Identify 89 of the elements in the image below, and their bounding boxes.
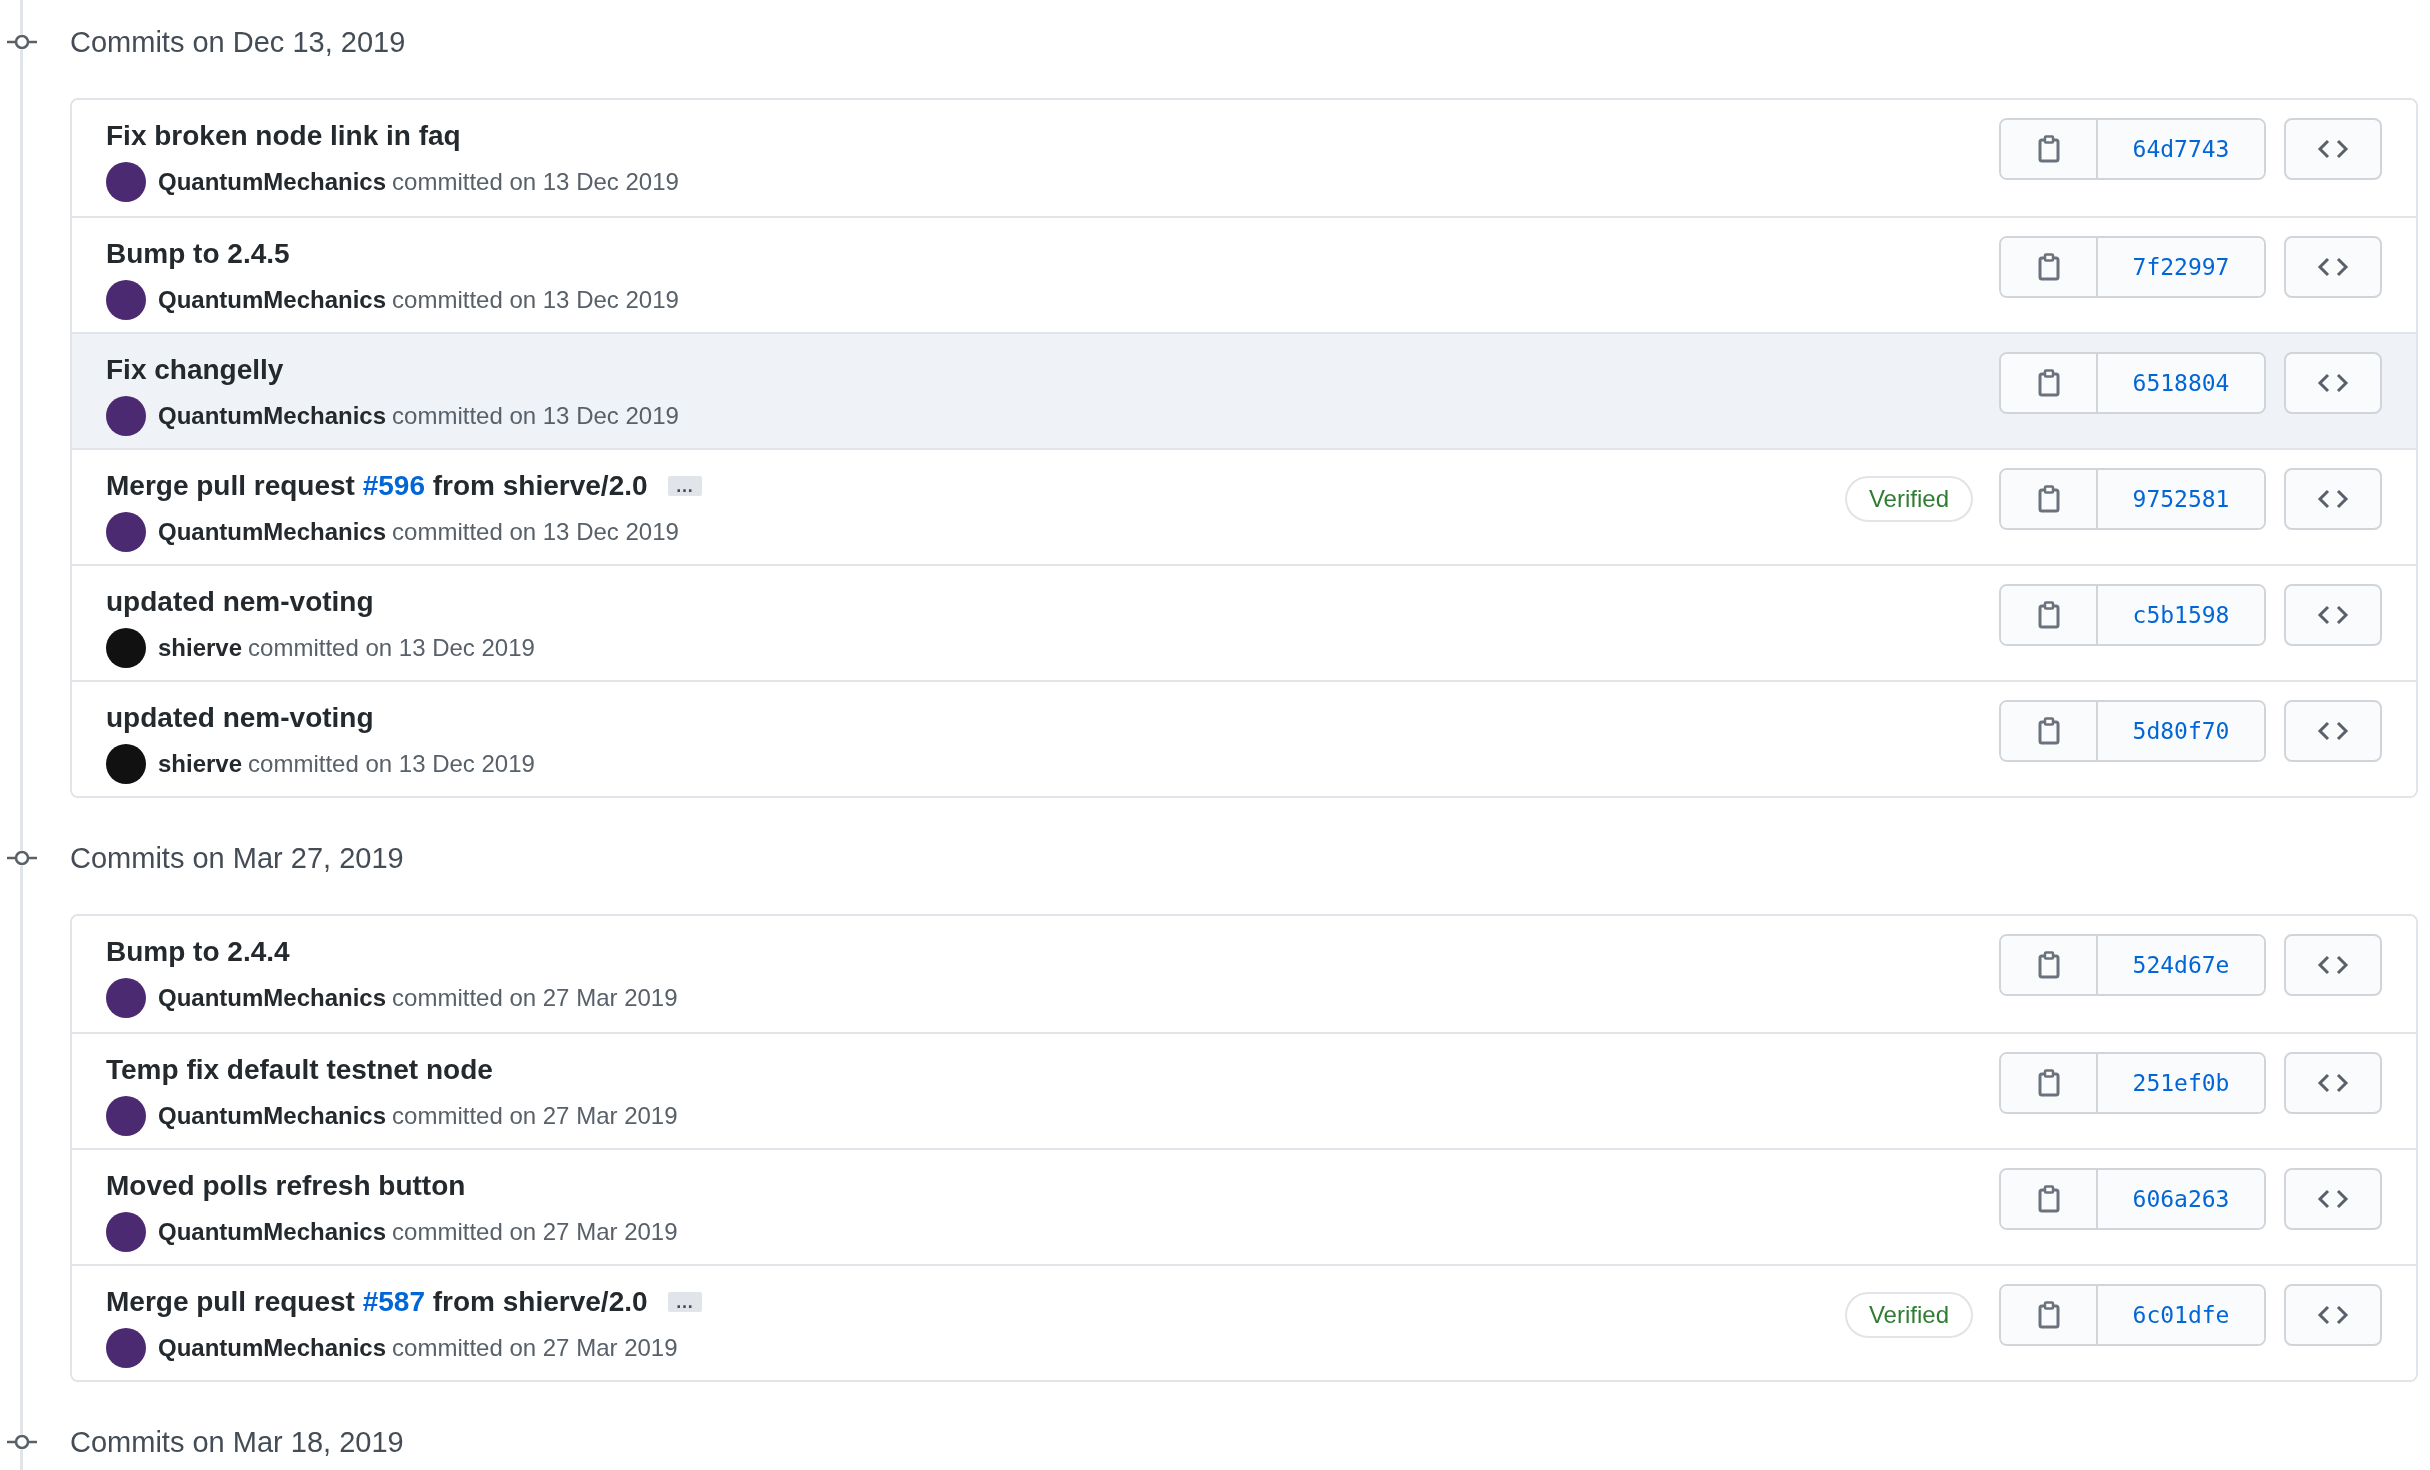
code-icon — [2317, 489, 2349, 509]
commit-title: Moved polls refresh button — [106, 1170, 466, 1202]
copy-button[interactable] — [2001, 238, 2098, 296]
author-link[interactable]: QuantumMechanics — [158, 168, 387, 196]
commit-sha-button[interactable]: 9752581 — [2098, 470, 2264, 528]
browse-code-button[interactable] — [2284, 352, 2382, 414]
author-link[interactable]: QuantumMechanics — [158, 1218, 387, 1246]
commit-date-heading: Commits on Dec 13, 2019 — [70, 25, 406, 59]
browse-code-button[interactable] — [2284, 700, 2382, 762]
code-icon — [2317, 257, 2349, 277]
browse-code-button[interactable] — [2284, 118, 2382, 180]
code-icon — [2317, 1305, 2349, 1325]
browse-code-button[interactable] — [2284, 1284, 2382, 1346]
author-link[interactable]: QuantumMechanics — [158, 286, 387, 314]
clipboard-icon — [2037, 601, 2060, 629]
commit-title: Merge pull request #596 from shierve/2.0 — [106, 470, 648, 502]
pull-request-link[interactable]: #596 — [362, 470, 425, 501]
code-icon — [2317, 605, 2349, 625]
pull-request-link[interactable]: #587 — [362, 1286, 425, 1317]
browse-code-button[interactable] — [2284, 934, 2382, 996]
commit-sha-button[interactable]: 524d67e — [2098, 936, 2264, 994]
clipboard-icon — [2037, 253, 2060, 281]
commit-title: updated nem-voting — [106, 586, 374, 618]
author-link[interactable]: QuantumMechanics — [158, 984, 387, 1012]
commit-date: committed on 13 Dec 2019 — [392, 402, 679, 430]
commit-title: Fix broken node link in faq — [106, 120, 461, 152]
commit-sha-button[interactable]: 7f22997 — [2098, 238, 2264, 296]
code-icon — [2317, 373, 2349, 393]
code-icon — [2317, 721, 2349, 741]
verified-badge[interactable]: Verified — [1844, 476, 1973, 522]
copy-button[interactable] — [2001, 354, 2098, 412]
browse-code-button[interactable] — [2284, 468, 2382, 530]
commit-date: committed on 13 Dec 2019 — [392, 286, 679, 314]
author-link[interactable]: QuantumMechanics — [158, 1102, 387, 1130]
code-icon — [2317, 1189, 2349, 1209]
commit-date: committed on 13 Dec 2019 — [392, 168, 679, 196]
copy-button[interactable] — [2001, 936, 2098, 994]
clipboard-icon — [2037, 369, 2060, 397]
commit-title: Bump to 2.4.5 — [106, 238, 290, 270]
code-icon — [2317, 1073, 2349, 1093]
commit-sha-button[interactable]: 251ef0b — [2098, 1054, 2264, 1112]
copy-button[interactable] — [2001, 1170, 2098, 1228]
verified-badge[interactable]: Verified — [1844, 1292, 1973, 1338]
commit-date: committed on 13 Dec 2019 — [248, 750, 535, 778]
copy-button[interactable] — [2001, 120, 2098, 178]
browse-code-button[interactable] — [2284, 584, 2382, 646]
commit-title: Fix changelly — [106, 354, 284, 386]
copy-button[interactable] — [2001, 1286, 2098, 1344]
commit-sha-button[interactable]: 6518804 — [2098, 354, 2264, 412]
commit-date: committed on 27 Mar 2019 — [392, 1218, 678, 1246]
commit-date: committed on 27 Mar 2019 — [392, 1102, 678, 1130]
commit-sha-button[interactable]: 64d7743 — [2098, 120, 2264, 178]
copy-button[interactable] — [2001, 1054, 2098, 1112]
clipboard-icon — [2037, 485, 2060, 513]
expand-message-button[interactable]: … — [667, 1292, 702, 1312]
commit-sha-button[interactable]: c5b1598 — [2098, 586, 2264, 644]
browse-code-button[interactable] — [2284, 1052, 2382, 1114]
author-link[interactable]: QuantumMechanics — [158, 518, 387, 546]
clipboard-icon — [2037, 717, 2060, 745]
code-icon — [2317, 955, 2349, 975]
copy-button[interactable] — [2001, 470, 2098, 528]
browse-code-button[interactable] — [2284, 1168, 2382, 1230]
commit-sha-button[interactable]: 5d80f70 — [2098, 702, 2264, 760]
clipboard-icon — [2037, 1301, 2060, 1329]
clipboard-icon — [2037, 1069, 2060, 1097]
clipboard-icon — [2037, 951, 2060, 979]
commit-date: committed on 13 Dec 2019 — [248, 634, 535, 662]
commit-date: committed on 27 Mar 2019 — [392, 1334, 678, 1362]
author-link[interactable]: QuantumMechanics — [158, 402, 387, 430]
commit-date-heading: Commits on Mar 27, 2019 — [70, 841, 404, 875]
commit-title: Merge pull request #587 from shierve/2.0 — [106, 1286, 648, 1318]
author-link[interactable]: QuantumMechanics — [158, 1334, 387, 1362]
commit-date: committed on 13 Dec 2019 — [392, 518, 679, 546]
commit-sha-button[interactable]: 606a263 — [2098, 1170, 2264, 1228]
clipboard-icon — [2037, 1185, 2060, 1213]
commit-title: updated nem-voting — [106, 702, 374, 734]
code-icon — [2317, 139, 2349, 159]
commit-date: committed on 27 Mar 2019 — [392, 984, 678, 1012]
clipboard-icon — [2037, 135, 2060, 163]
commit-sha-button[interactable]: 6c01dfe — [2098, 1286, 2264, 1344]
browse-code-button[interactable] — [2284, 236, 2382, 298]
commit-title: Temp fix default testnet node — [106, 1054, 493, 1086]
commit-date-heading: Commits on Mar 18, 2019 — [70, 1425, 404, 1459]
commit-title: Bump to 2.4.4 — [106, 936, 290, 968]
author-link[interactable]: shierve — [158, 634, 243, 662]
copy-button[interactable] — [2001, 702, 2098, 760]
author-link[interactable]: shierve — [158, 750, 243, 778]
expand-message-button[interactable]: … — [667, 476, 702, 496]
copy-button[interactable] — [2001, 586, 2098, 644]
